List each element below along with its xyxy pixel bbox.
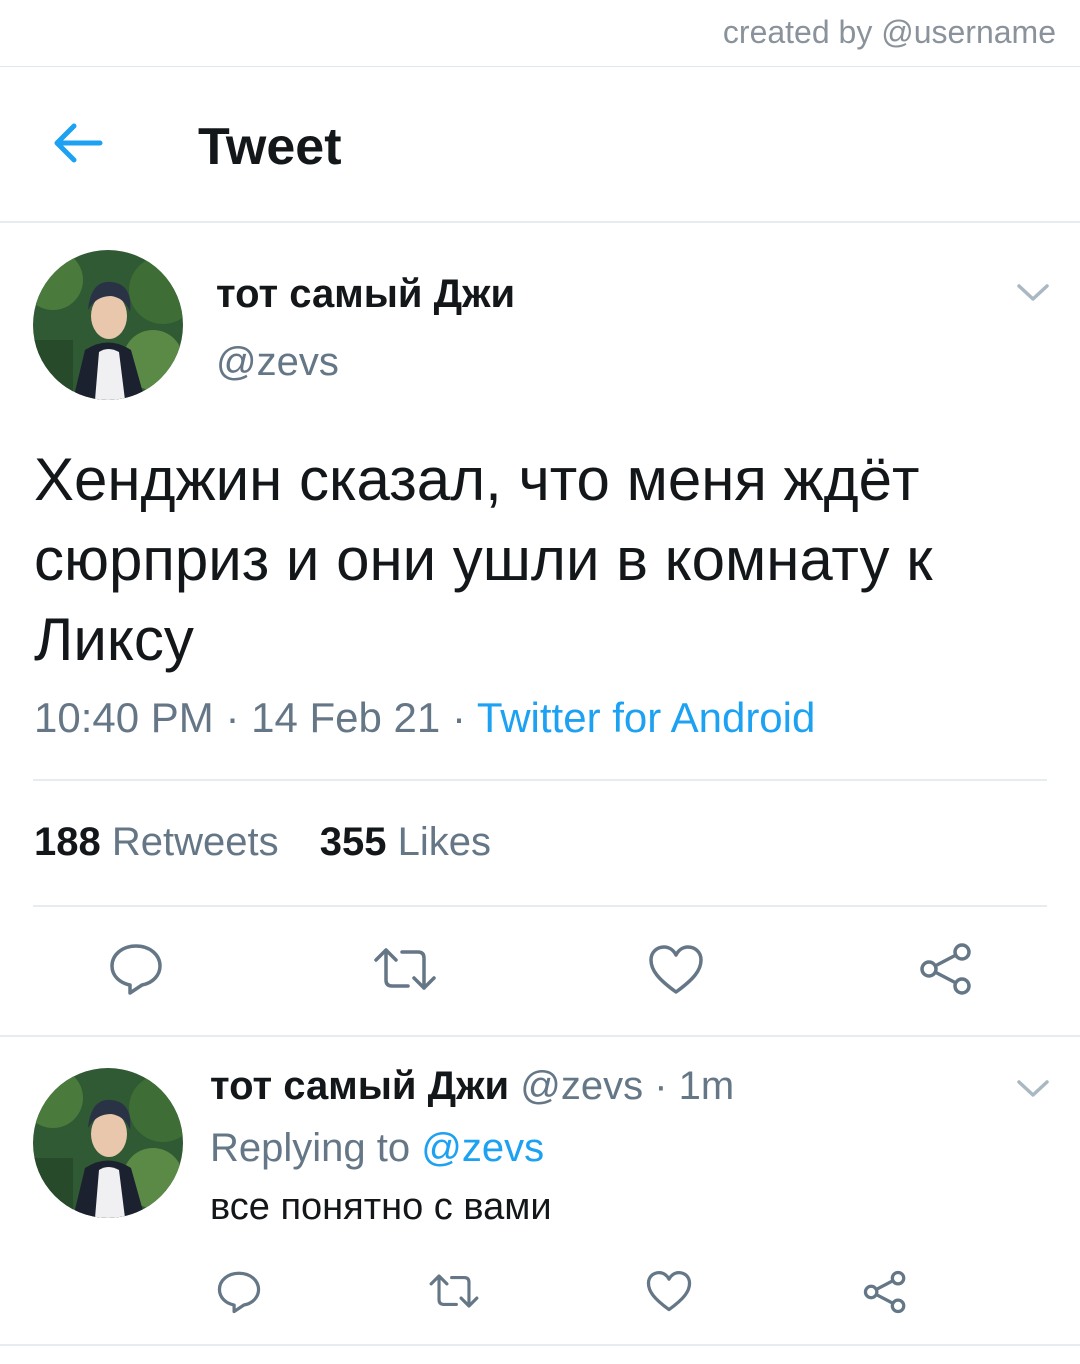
- share-icon[interactable]: [918, 942, 974, 996]
- watermark-text: created by @username: [722, 14, 1056, 50]
- reply-author-name[interactable]: тот самый Джи: [210, 1064, 509, 1108]
- divider: [33, 905, 1047, 907]
- likes-stat[interactable]: 355 Likes: [320, 820, 491, 864]
- likes-count: 355: [319, 820, 387, 864]
- tweet-date: 14 Feb 21: [251, 694, 441, 741]
- replying-to: Replying to @zevs: [210, 1126, 544, 1171]
- author-handle[interactable]: @zevs: [216, 340, 339, 385]
- share-icon[interactable]: [862, 1270, 908, 1314]
- likes-label: Likes: [397, 820, 492, 864]
- app-header: Tweet: [0, 67, 1080, 223]
- tweet-time: 10:40 PM: [34, 694, 214, 741]
- chevron-down-icon[interactable]: [1016, 1078, 1050, 1100]
- separator: ·: [225, 694, 240, 741]
- author-name[interactable]: тот самый Джи: [216, 272, 515, 317]
- tweet-text: Хенджин сказал, что меня ждёт сюрприз и …: [34, 446, 933, 673]
- reply-avatar[interactable]: [33, 1068, 183, 1218]
- tweet-meta: 10:40 PM · 14 Feb 21 · Twitter for Andro…: [34, 694, 815, 742]
- like-heart-icon[interactable]: [646, 1270, 692, 1313]
- replying-prefix: Replying to: [210, 1126, 411, 1170]
- divider: [33, 779, 1047, 781]
- reply-author-handle[interactable]: @zevs: [520, 1064, 643, 1108]
- like-heart-icon[interactable]: [648, 944, 704, 996]
- retweet-icon[interactable]: [372, 946, 438, 992]
- watermark-bar: created by @username: [0, 0, 1080, 67]
- separator: ·: [654, 1064, 668, 1108]
- replying-to-link[interactable]: @zevs: [421, 1126, 544, 1170]
- divider: [0, 1035, 1080, 1037]
- reply-icon[interactable]: [108, 942, 164, 996]
- retweets-stat[interactable]: 188 Retweets: [34, 820, 279, 864]
- reply-header: тот самый Джи @zevs · 1m: [210, 1064, 734, 1109]
- chevron-down-icon[interactable]: [1016, 282, 1050, 304]
- retweets-label: Retweets: [111, 820, 279, 864]
- tweet-stats: 188 Retweets 355 Likes: [34, 820, 521, 865]
- retweets-count: 188: [34, 820, 101, 864]
- reply-text: все понятно с вами: [210, 1186, 552, 1228]
- page-title: Tweet: [198, 118, 342, 176]
- tweet-source-link[interactable]: Twitter for Android: [477, 694, 815, 741]
- arrow-left-icon[interactable]: [50, 119, 106, 167]
- reply-icon[interactable]: [216, 1270, 262, 1314]
- retweet-icon[interactable]: [428, 1272, 480, 1310]
- avatar[interactable]: [33, 250, 183, 400]
- separator: ·: [451, 694, 466, 741]
- reply-age: 1m: [678, 1064, 735, 1108]
- divider: [0, 1344, 1080, 1346]
